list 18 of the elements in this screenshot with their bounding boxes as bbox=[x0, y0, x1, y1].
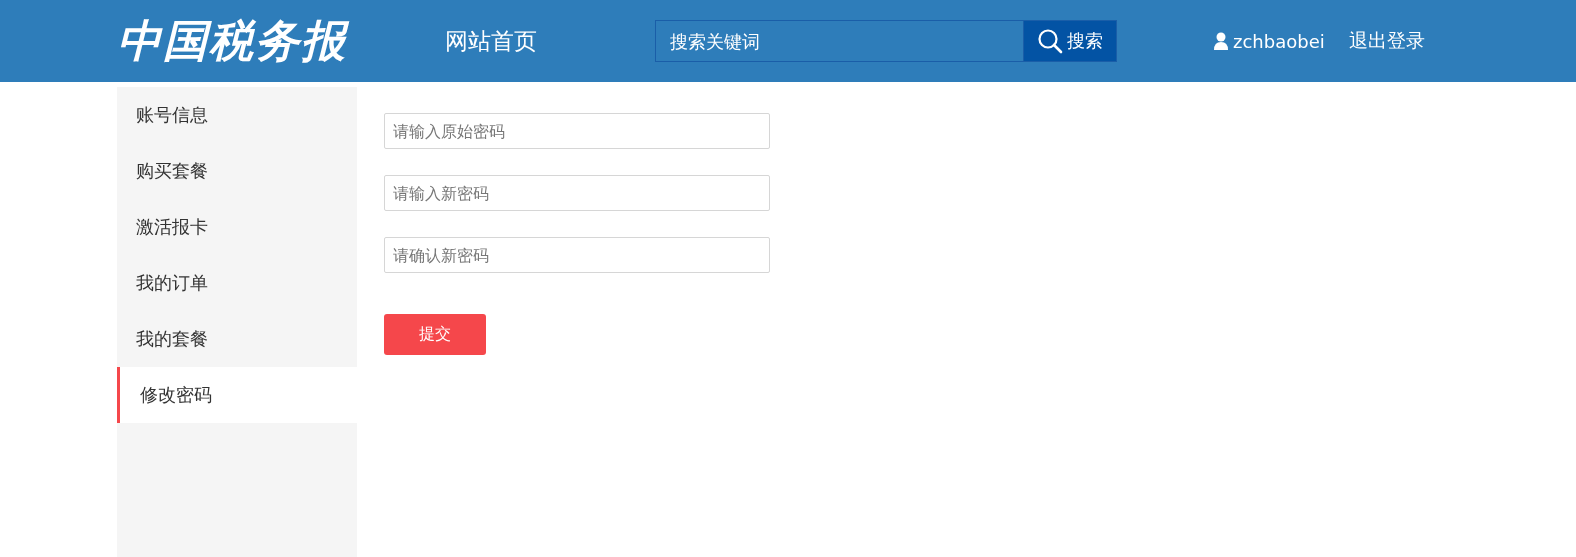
sidebar-item[interactable]: 购买套餐 bbox=[117, 143, 357, 199]
username[interactable]: zchbaobei bbox=[1233, 30, 1325, 52]
sidebar-item[interactable]: 我的套餐 bbox=[117, 311, 357, 367]
password-field[interactable]: 请输入原始密码 bbox=[384, 113, 770, 149]
logo[interactable]: 中国税务报 bbox=[117, 11, 417, 71]
search-button[interactable]: 搜索 bbox=[1023, 20, 1117, 62]
sidebar-item[interactable]: 账号信息 bbox=[117, 87, 357, 143]
search-icon bbox=[1037, 28, 1063, 54]
password-field[interactable]: 请输入新密码 bbox=[384, 175, 770, 211]
password-field[interactable]: 请确认新密码 bbox=[384, 237, 770, 273]
logout-link[interactable]: 退出登录 bbox=[1348, 28, 1425, 54]
user-icon bbox=[1213, 32, 1229, 50]
sidebar-item[interactable]: 激活报卡 bbox=[117, 199, 357, 255]
search-field[interactable]: 搜索关键词 bbox=[655, 20, 1023, 62]
sidebar-item[interactable]: 修改密码 bbox=[117, 367, 357, 423]
submit-button[interactable]: 提交 bbox=[384, 314, 486, 355]
sidebar-item[interactable]: 我的订单 bbox=[117, 255, 357, 311]
home-link[interactable]: 网站首页 bbox=[445, 25, 655, 57]
